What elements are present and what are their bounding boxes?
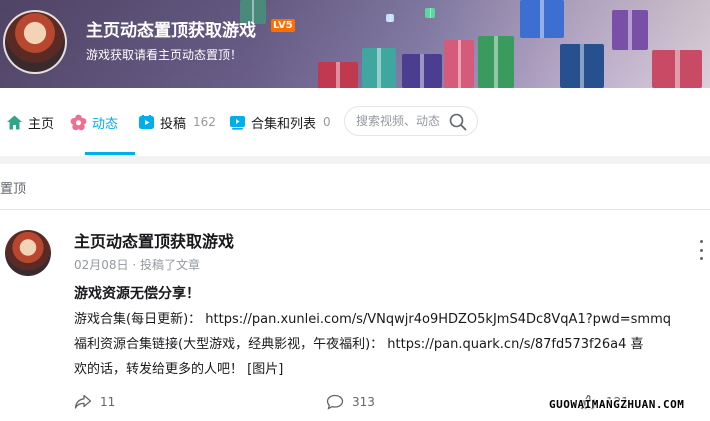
- profile-nav: 主页 动态 投稿 162 合集和列表 0: [0, 88, 710, 156]
- tab-uploads-label: 投稿: [160, 116, 187, 132]
- active-tab-indicator: [85, 152, 135, 155]
- tab-collections-label: 合集和列表: [251, 116, 317, 132]
- gift-decoration: [612, 10, 648, 50]
- tab-dynamic-label: 动态: [92, 116, 119, 132]
- post-author-name[interactable]: 主页动态置顶获取游戏: [74, 228, 234, 252]
- search-box[interactable]: [344, 106, 478, 136]
- comment-count: 313: [352, 395, 375, 409]
- post-card: 主页动态置顶获取游戏 02月08日 · 投稿了文章 游戏资源无偿分享！ 游戏合集…: [0, 210, 710, 421]
- post-avatar[interactable]: [5, 230, 51, 276]
- video-icon: [138, 114, 155, 131]
- post-body-line: 游戏合集(每日更新)： https://pan.xunlei.com/s/VNq…: [74, 312, 672, 327]
- home-icon: [6, 114, 23, 131]
- tab-home-label: 主页: [28, 116, 55, 132]
- gift-decoration: [520, 0, 564, 38]
- playlist-icon: [229, 114, 246, 131]
- gift-decoration: [362, 48, 396, 88]
- more-options-icon[interactable]: [698, 240, 704, 260]
- profile-signature: 游戏获取请看主页动态置顶！: [86, 48, 243, 62]
- gift-decoration: [425, 8, 435, 18]
- watermark: GUOWAIMANGZHUAN.COM: [549, 398, 685, 411]
- search-input[interactable]: [356, 114, 448, 128]
- tab-dynamic[interactable]: 动态: [70, 111, 118, 133]
- search-icon[interactable]: [449, 113, 467, 131]
- tab-collections[interactable]: 合集和列表 0: [229, 111, 331, 133]
- pinned-section-header: 置顶: [0, 164, 710, 210]
- share-icon: [74, 394, 92, 409]
- uploads-count: 162: [193, 115, 216, 129]
- gift-decoration: [386, 14, 394, 22]
- gift-decoration: [444, 40, 474, 88]
- post-body-line: 欢的话，转发给更多的人吧！ [图片]: [74, 362, 284, 377]
- post-meta: 02月08日 · 投稿了文章: [74, 258, 200, 272]
- comment-icon: [326, 394, 344, 410]
- avatar[interactable]: [3, 10, 67, 74]
- comment-button[interactable]: 313: [326, 394, 375, 410]
- flower-icon: [70, 114, 87, 131]
- level-badge: LV5: [271, 19, 295, 32]
- tab-home[interactable]: 主页: [6, 111, 54, 133]
- gift-decoration: [478, 36, 514, 88]
- gift-decoration: [402, 54, 442, 88]
- tab-uploads[interactable]: 投稿 162: [138, 111, 216, 133]
- post-title: 游戏资源无偿分享！: [74, 286, 200, 302]
- profile-name: 主页动态置顶获取游戏: [86, 21, 256, 41]
- share-button[interactable]: 11: [74, 394, 115, 410]
- post-body-line: 福利资源合集链接(大型游戏，经典影视，午夜福利)： https://pan.qu…: [74, 337, 644, 352]
- profile-banner: 主页动态置顶获取游戏 LV5 游戏获取请看主页动态置顶！: [0, 0, 710, 88]
- collections-count: 0: [323, 115, 331, 129]
- gift-decoration: [318, 62, 358, 88]
- gift-decoration: [652, 50, 702, 88]
- share-count: 11: [100, 395, 116, 409]
- gift-decoration: [560, 44, 604, 88]
- pinned-label: 置顶: [0, 182, 27, 197]
